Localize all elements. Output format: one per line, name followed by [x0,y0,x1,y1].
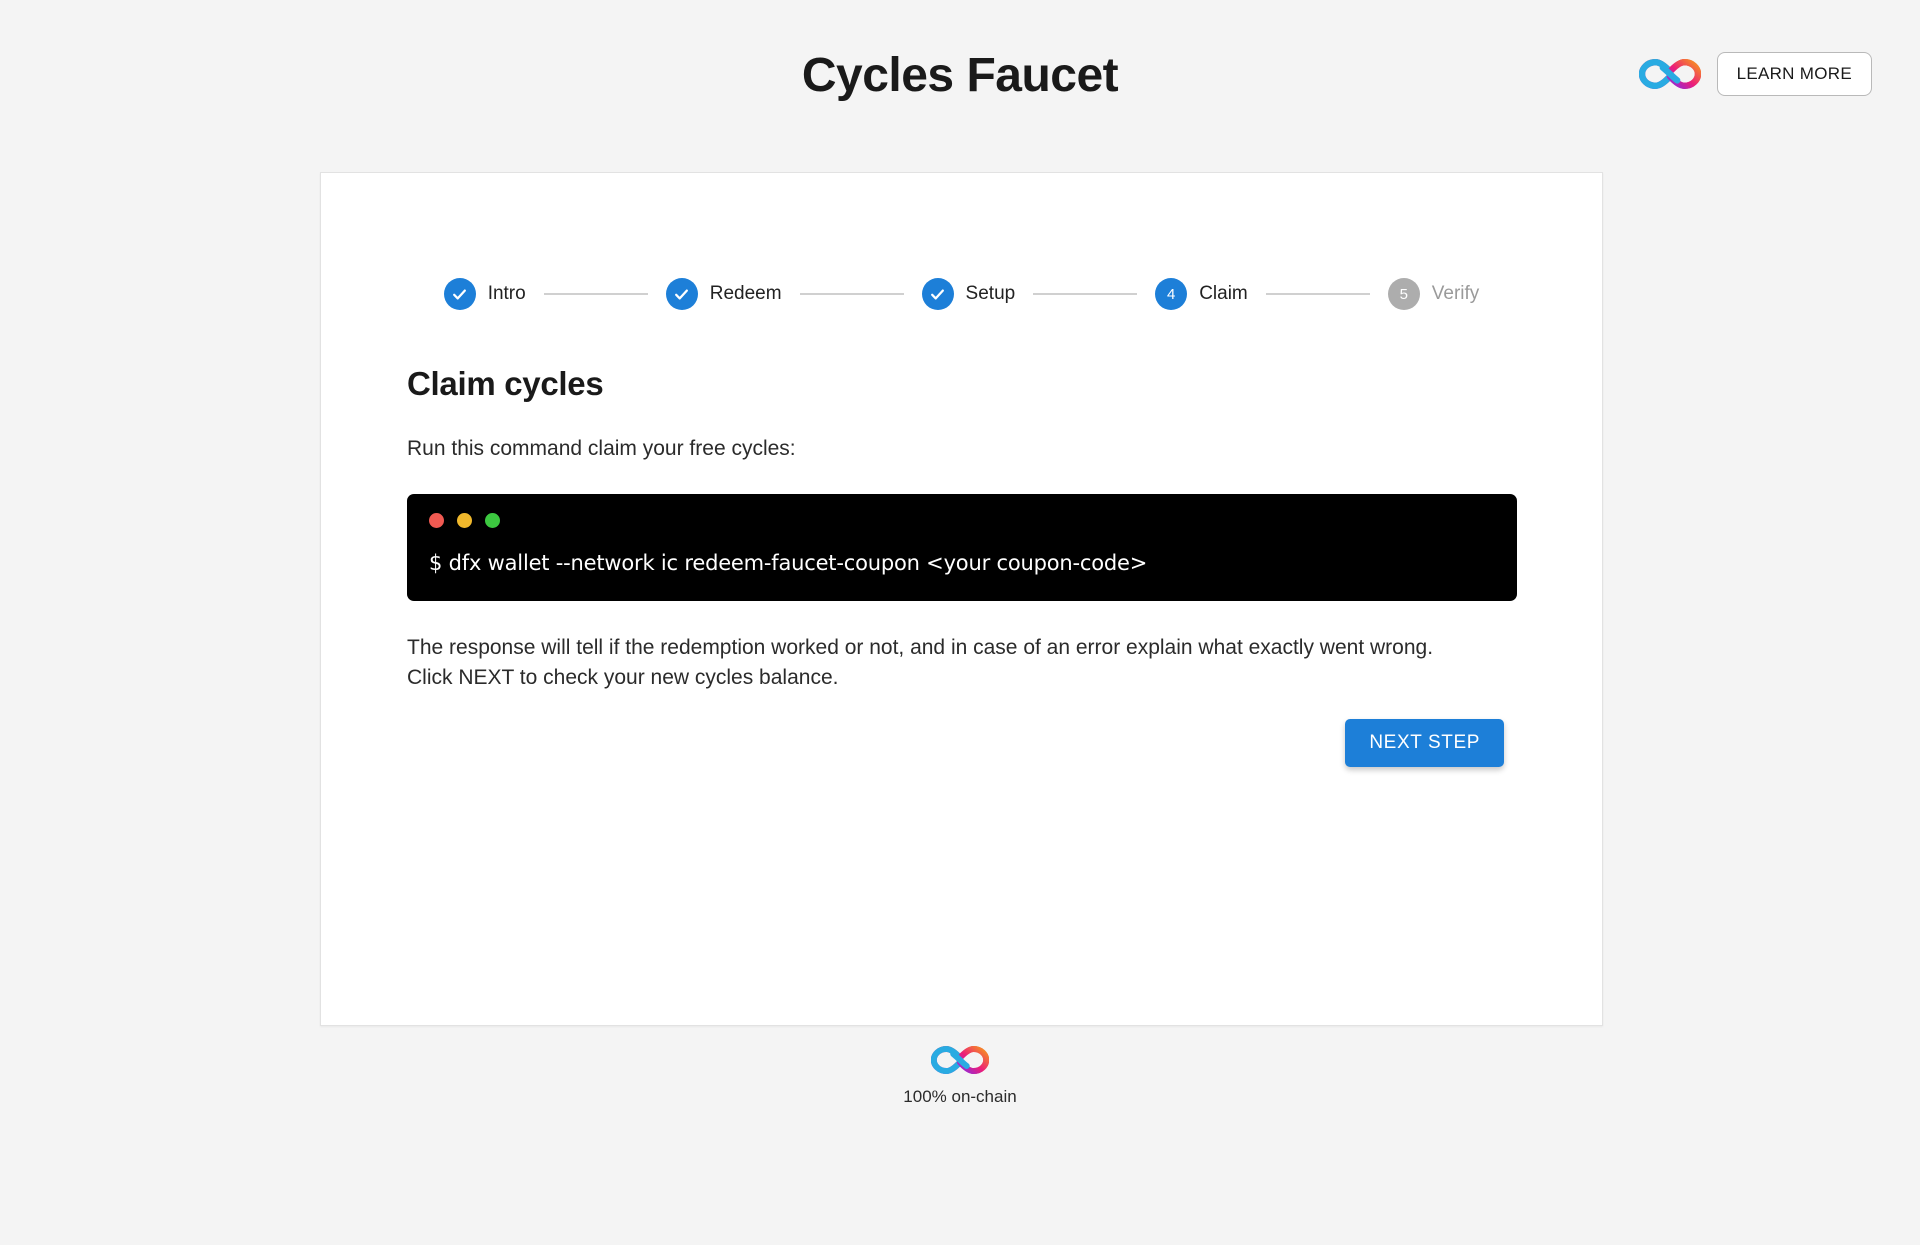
step-connector-2 [799,293,904,295]
step-claim-number: 4 [1155,278,1188,310]
step-verify-number: 5 [1387,278,1420,310]
card-actions: NEXT STEP [407,718,1516,767]
content-heading: Claim cycles [407,365,604,402]
step-redeem-label: Redeem [709,283,782,304]
learn-more-button[interactable]: LEARN MORE [1716,52,1872,96]
next-step-button[interactable]: NEXT STEP [1345,718,1504,767]
step-redeem-check-icon [665,278,698,310]
step-claim[interactable]: 4 Claim [1155,278,1248,310]
terminal-maximize-dot-icon [485,513,500,528]
step-connector-4 [1265,293,1370,295]
footer-caption: 100% on-chain [903,1087,1017,1106]
step-verify[interactable]: 5 Verify [1387,278,1480,310]
card-content: Claim cycles Run this command claim your… [407,365,1517,767]
content-lead-text: Run this command claim your free cycles: [407,437,796,460]
step-connector-1 [543,293,648,295]
terminal-command-text[interactable]: $ dfx wallet --network ic redeem-faucet-… [429,551,1495,575]
step-verify-label: Verify [1431,283,1480,304]
header-actions: LEARN MORE [1638,52,1872,96]
terminal-close-dot-icon [429,513,444,528]
stepper: Intro Redeem Setup 4 Claim 5 Verify [321,278,1602,310]
terminal-minimize-dot-icon [457,513,472,528]
content-note-text: The response will tell if the redemption… [407,636,1434,689]
step-redeem[interactable]: Redeem [665,278,782,310]
page-footer: 100% on-chain [0,1045,1920,1107]
step-intro-label: Intro [487,283,526,304]
step-setup-label: Setup [965,283,1016,304]
step-intro[interactable]: Intro [443,278,526,310]
page-header: Cycles Faucet LEARN MORE [0,0,1920,130]
footer-internet-computer-infinity-icon [930,1045,990,1080]
internet-computer-infinity-icon [1638,58,1701,90]
step-claim-label: Claim [1199,283,1248,304]
terminal-window-controls [429,513,1495,528]
step-intro-check-icon [443,278,476,310]
wizard-card: Intro Redeem Setup 4 Claim 5 Verify Clai… [320,172,1603,1026]
terminal-block: $ dfx wallet --network ic redeem-faucet-… [407,494,1517,601]
step-setup[interactable]: Setup [921,278,1016,310]
step-connector-3 [1033,293,1138,295]
page-title: Cycles Faucet [801,49,1119,102]
step-setup-check-icon [921,278,954,310]
